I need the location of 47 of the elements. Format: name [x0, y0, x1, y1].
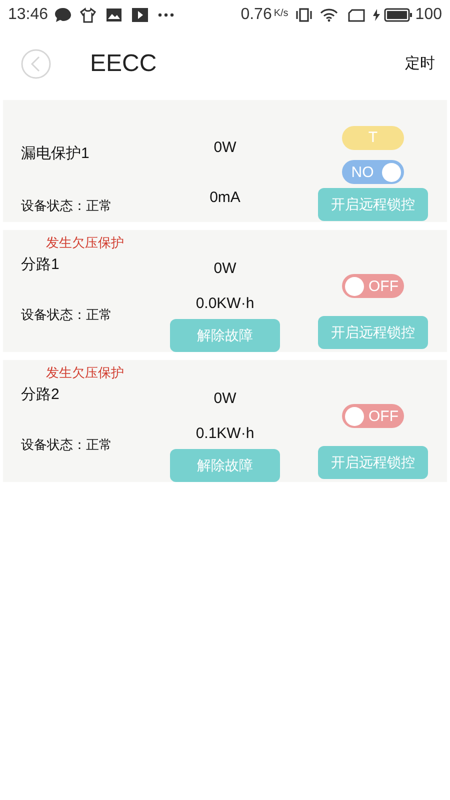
alert-text: 发生欠压保护: [46, 234, 124, 252]
toggle-label: NO: [350, 164, 375, 180]
device-name: 漏电保护1: [21, 144, 90, 164]
device-name: 分路1: [21, 255, 60, 275]
power-value: 0W: [214, 259, 236, 279]
chat-bubble-icon: [54, 7, 72, 23]
clear-fault-button[interactable]: 解除故障: [170, 319, 280, 352]
meter-reading: 0.1KW·h: [196, 424, 254, 444]
charging-icon: [373, 9, 380, 21]
shirt-icon: [80, 7, 96, 23]
toggle-switch[interactable]: OFF: [342, 274, 404, 298]
toggle-switch[interactable]: OFF: [342, 404, 404, 428]
play-icon: [132, 8, 148, 22]
device-name: 分路2: [21, 385, 60, 405]
toggle-label: OFF: [368, 278, 400, 294]
status-time: 13:46: [8, 5, 48, 25]
remote-lock-button[interactable]: 开启远程锁控: [318, 316, 428, 349]
device-status: 设备状态：正常: [21, 436, 113, 454]
wifi-icon: [320, 8, 338, 22]
clear-fault-button[interactable]: 解除故障: [170, 449, 280, 482]
back-button[interactable]: [20, 48, 52, 80]
mode-badge: T: [342, 126, 404, 150]
remote-lock-button[interactable]: 开启远程锁控: [318, 446, 428, 479]
speed-unit: K/s: [274, 7, 288, 21]
page-title: EECC: [90, 49, 157, 79]
device-status: 设备状态：正常: [21, 306, 113, 324]
meter-reading: 0.0KW·h: [196, 294, 254, 314]
network-speed: 0.76: [240, 5, 272, 25]
more-icon: [158, 13, 174, 17]
battery-icon: [384, 8, 412, 22]
back-icon: [20, 48, 52, 80]
meter-reading: 0mA: [210, 188, 240, 208]
image-icon: [106, 8, 122, 22]
toggle-knob: [382, 162, 401, 182]
toggle-switch[interactable]: NO: [342, 160, 404, 184]
vibrate-icon: [296, 8, 312, 22]
power-value: 0W: [214, 389, 236, 409]
power-value: 0W: [214, 138, 236, 158]
device-status: 设备状态：正常: [21, 196, 113, 214]
timer-button[interactable]: 定时: [405, 52, 435, 76]
remote-lock-button[interactable]: 开启远程锁控: [318, 188, 428, 221]
battery-level: 100: [415, 5, 442, 25]
toggle-knob: [345, 406, 364, 426]
toggle-knob: [345, 276, 364, 296]
sim-icon: [348, 8, 366, 22]
alert-text: 发生欠压保护: [46, 364, 124, 382]
toggle-label: OFF: [368, 408, 400, 424]
